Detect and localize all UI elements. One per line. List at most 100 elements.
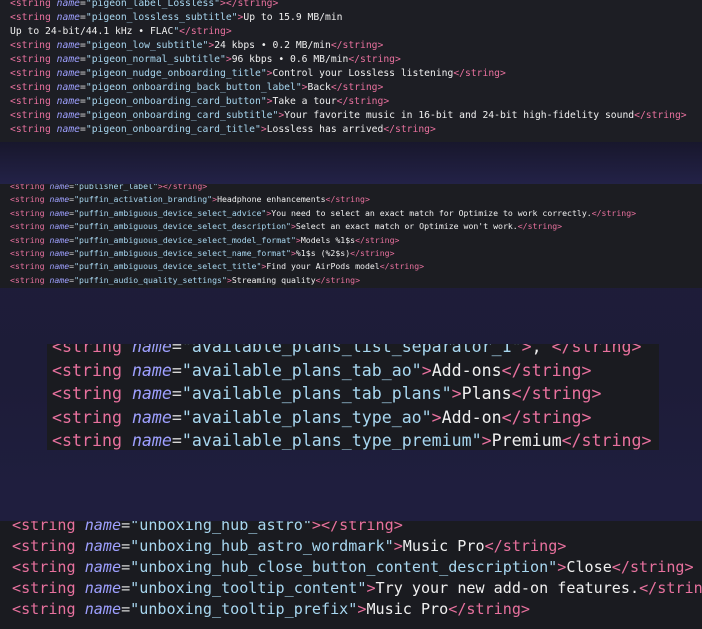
close-tag: </string> xyxy=(179,26,232,37)
attr-value: "unboxing_hub_astro_wordmark" xyxy=(130,537,394,555)
close-tag: </string> xyxy=(325,194,370,205)
attr-name: name xyxy=(49,248,70,259)
code-line: <string name="pigeon_normal_subtitle">96… xyxy=(10,53,687,67)
attr-name: name xyxy=(56,0,81,9)
open-tag: <string xyxy=(10,54,57,65)
code-panel-pigeon: <string name="pigeon_label_Lossless"></s… xyxy=(0,0,702,142)
attr-value: "pigeon_label_Lossless" xyxy=(85,0,221,9)
attr-name: name xyxy=(56,54,81,65)
close-tag: </string> xyxy=(162,184,208,191)
open-tag: <string xyxy=(10,110,57,121)
open-tag: <string xyxy=(10,124,57,135)
code-line: <string name="puffin_ambiguous_device_se… xyxy=(10,247,636,260)
open-tag: <string xyxy=(12,537,85,555)
code-line: <string name="unboxing_hub_astro"></stri… xyxy=(12,521,702,536)
code-line: <string name="pigeon_lossless_subtitle">… xyxy=(10,11,687,25)
attr-name: name xyxy=(49,274,70,285)
open-tag: <string xyxy=(12,558,85,576)
string-value-text: Streaming quality xyxy=(231,274,316,285)
equals-sign: = xyxy=(121,537,131,555)
code-panel-available-plans: <string name="available_plans_list_separ… xyxy=(47,344,659,450)
attr-value: "pigeon_low_subtitle" xyxy=(85,40,209,51)
attr-value: "pigeon_onboarding_card_subtitle" xyxy=(85,110,279,121)
close-tag: </string> xyxy=(330,40,384,51)
attr-value: "pigeon_onboarding_back_button_label" xyxy=(85,82,302,93)
code-line: <string name="puffin_audio_quality_setti… xyxy=(10,274,636,287)
close-tag: </string> xyxy=(336,96,390,107)
string-value-text: Add-ons xyxy=(431,360,502,380)
equals-sign: = xyxy=(121,558,131,576)
attr-name: name xyxy=(84,558,122,576)
equals-sign: = xyxy=(121,579,131,597)
code-line: <string name="pigeon_label_Lossless"></s… xyxy=(10,0,687,11)
string-value-text: You need to select an exact match for Op… xyxy=(271,207,592,218)
code-panel-puffin: <string name="publisher_label"></string>… xyxy=(0,184,702,288)
string-value-text: Take a tour xyxy=(272,96,337,107)
equals-sign: = xyxy=(171,431,182,450)
string-value-text: Select an exact match or Optimize won't … xyxy=(295,221,518,232)
open-tag: <string xyxy=(10,221,50,232)
attr-value: "publisher_label" xyxy=(74,184,158,191)
string-value-text: Lossless has arrived xyxy=(266,124,384,135)
code-line: <string name="available_plans_type_premi… xyxy=(52,429,651,450)
open-tag: <string xyxy=(10,96,57,107)
open-tag: <string xyxy=(10,248,50,259)
close-tag: </string> xyxy=(591,207,637,218)
close-tag: </string> xyxy=(511,384,602,403)
attr-name: name xyxy=(56,124,81,135)
attr-name: name xyxy=(49,261,70,272)
attr-value: "puffin_ambiguous_device_select_advice" xyxy=(74,207,267,218)
open-tag: <string xyxy=(10,82,57,93)
code-block: <string name="available_plans_list_separ… xyxy=(52,344,651,450)
attr-name: name xyxy=(49,184,70,191)
code-block: <string name="publisher_label"></string>… xyxy=(10,184,636,287)
code-line: <string name="publisher_label"></string> xyxy=(10,184,636,193)
attr-value: "unboxing_hub_astro" xyxy=(130,521,312,534)
string-value-text: Close xyxy=(566,558,612,576)
code-line: <string name="available_plans_tab_plans"… xyxy=(52,382,651,406)
code-block: <string name="pigeon_label_Lossless"></s… xyxy=(10,0,687,137)
close-tag: </string> xyxy=(315,274,361,285)
tag-bracket: > xyxy=(481,431,492,450)
open-tag: <string xyxy=(12,600,85,618)
attr-name: name xyxy=(84,521,122,534)
string-value-text: Find your AirPods model xyxy=(266,261,380,272)
equals-sign: = xyxy=(121,521,131,534)
code-line: <string name="unboxing_hub_close_button_… xyxy=(12,557,702,578)
attr-name: name xyxy=(84,600,122,618)
string-value-text: Add-on xyxy=(441,407,502,427)
close-tag: </string> xyxy=(639,579,702,597)
open-tag: <string xyxy=(10,261,50,272)
attr-value: "unboxing_hub_close_button_content_descr… xyxy=(130,558,558,576)
close-tag: </string> xyxy=(517,221,563,232)
attr-name: name xyxy=(131,344,172,356)
attr-value: "available_plans_tab_plans" xyxy=(181,384,452,403)
attr-value: "unboxing_tooltip_prefix" xyxy=(130,600,358,618)
attr-name: name xyxy=(84,537,122,555)
close-tag: </string> xyxy=(453,68,506,79)
equals-sign: = xyxy=(121,600,131,618)
attr-value: "pigeon_normal_subtitle" xyxy=(85,54,226,65)
code-line: <string name="puffin_activation_branding… xyxy=(10,193,636,206)
attr-value: "puffin_ambiguous_device_select_title" xyxy=(74,261,262,272)
tag-bracket: > xyxy=(521,344,532,356)
tag-bracket: > xyxy=(421,360,432,380)
code-block: <string name="unboxing_hub_astro"></stri… xyxy=(12,521,702,620)
code-line: <string name="unboxing_hub_astro_wordmar… xyxy=(12,536,702,557)
attr-name: name xyxy=(49,234,70,245)
attr-name: name xyxy=(56,96,81,107)
string-value-text: , xyxy=(531,344,552,356)
code-line: <string name="pigeon_onboarding_back_but… xyxy=(10,81,687,95)
tag-bracket: > xyxy=(557,558,567,576)
close-tag: </string> xyxy=(383,124,436,135)
attr-value: "pigeon_onboarding_card_button" xyxy=(85,96,267,107)
code-line: <string name="puffin_ambiguous_device_se… xyxy=(10,260,636,273)
attr-value: "pigeon_nudge_onboarding_title" xyxy=(85,68,267,79)
close-tag: </string> xyxy=(448,600,531,618)
open-tag: <string xyxy=(52,407,132,427)
close-tag: </string> xyxy=(350,248,395,259)
close-tag: </string> xyxy=(501,407,592,427)
code-line: <string name="pigeon_low_subtitle">24 kb… xyxy=(10,39,687,53)
equals-sign: = xyxy=(171,360,182,380)
close-tag: </string> xyxy=(501,360,592,380)
